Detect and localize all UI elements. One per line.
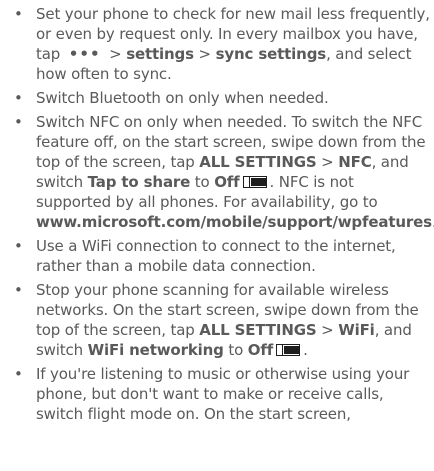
all-settings-label: ALL SETTINGS — [199, 153, 317, 171]
toggle-off-icon — [276, 344, 301, 356]
settings-label: settings — [126, 45, 194, 63]
tip-text: to — [190, 173, 215, 191]
tip-bluetooth: • Switch Bluetooth on only when needed. — [0, 88, 434, 108]
bullet: • — [14, 113, 23, 131]
wifi-label: WiFi — [338, 321, 375, 339]
tip-text: > — [316, 321, 339, 339]
nfc-label: NFC — [338, 153, 372, 171]
tip-text: > — [193, 45, 216, 63]
bullet: • — [14, 365, 23, 383]
tip-text: > — [316, 153, 339, 171]
tip-text: Switch Bluetooth on only when needed. — [36, 89, 329, 107]
tip-text: Use a WiFi connection to connect to the … — [36, 237, 396, 275]
sync-settings-label: sync settings — [215, 45, 327, 63]
tip-nfc: • Switch NFC on only when needed. To swi… — [0, 112, 434, 232]
tip-text: . — [303, 341, 308, 359]
tap-to-share-label: Tap to share — [87, 173, 191, 191]
tip-mail-sync: • Set your phone to check for new mail l… — [0, 4, 434, 84]
battery-tips-list: • Set your phone to check for new mail l… — [0, 4, 434, 428]
tip-wifi-scanning: • Stop your phone scanning for available… — [0, 280, 434, 360]
support-link[interactable]: www.microsoft.com/mobile/support/wpfeatu… — [36, 213, 432, 231]
manual-page: • Set your phone to check for new mail l… — [0, 0, 434, 471]
tip-text: to — [223, 341, 248, 359]
all-settings-label: ALL SETTINGS — [199, 321, 317, 339]
tip-text: > — [104, 45, 127, 63]
bullet: • — [14, 89, 23, 107]
wifi-networking-label: WiFi networking — [87, 341, 224, 359]
off-label: Off — [214, 173, 240, 191]
bullet: • — [14, 237, 23, 255]
tip-text: If you're listening to music or otherwis… — [36, 365, 410, 423]
bullet: • — [14, 5, 23, 23]
off-label: Off — [247, 341, 274, 359]
bullet: • — [14, 281, 23, 299]
more-dots-icon: ••• — [68, 45, 101, 63]
toggle-off-icon — [242, 176, 267, 188]
tip-flight-mode: • If you're listening to music or otherw… — [0, 364, 434, 424]
tip-wifi-connection: • Use a WiFi connection to connect to th… — [0, 236, 434, 276]
